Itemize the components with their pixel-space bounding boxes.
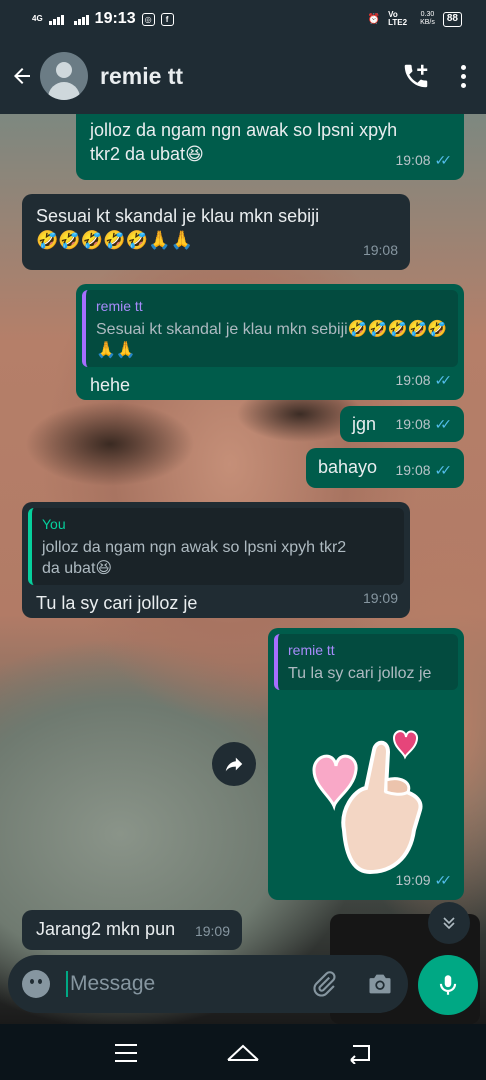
- read-ticks-icon: ✓✓: [434, 416, 453, 432]
- quoted-author: remie tt: [288, 642, 335, 658]
- message-composer[interactable]: [8, 955, 408, 1013]
- nav-menu-icon[interactable]: [113, 1042, 139, 1064]
- status-bar: 4G 19:13 ◎ f ⏰ Vo LTE2 0.30 KB/s 88: [0, 0, 486, 38]
- message-bubble-5[interactable]: bahayo 19:08 ✓✓: [306, 448, 464, 488]
- quoted-message[interactable]: remie tt Tu la sy cari jolloz je: [274, 634, 458, 690]
- message-time: 19:08: [395, 416, 431, 432]
- network-speed: 0.30 KB/s: [420, 11, 435, 27]
- forward-button[interactable]: [212, 742, 256, 786]
- scroll-down-button[interactable]: [428, 902, 470, 944]
- message-time: 19:08: [395, 372, 431, 388]
- quoted-text: Sesuai kt skandal je klau mkn sebiji🤣🤣🤣🤣…: [96, 321, 448, 359]
- message-text: Sesuai kt skandal je klau mkn sebiji🤣🤣🤣🤣…: [36, 206, 320, 250]
- chat-header: remie tt: [0, 38, 486, 114]
- camera-icon[interactable]: [366, 970, 394, 998]
- avatar-icon: [56, 62, 72, 78]
- quoted-text: Tu la sy cari jolloz je: [288, 665, 432, 682]
- message-time: 19:08: [395, 152, 431, 168]
- clock: 19:13: [94, 10, 136, 27]
- read-ticks-icon: ✓✓: [434, 872, 453, 888]
- mic-icon: [439, 975, 457, 995]
- read-ticks-icon: ✓✓: [434, 462, 453, 478]
- nav-home-icon[interactable]: [226, 1042, 260, 1064]
- quoted-message[interactable]: You jolloz da ngam ngn awak so lpsni xpy…: [28, 508, 404, 585]
- message-time: 19:08: [362, 242, 398, 258]
- nav-back-icon[interactable]: [347, 1042, 373, 1064]
- message-bubble-7[interactable]: remie tt Tu la sy cari jolloz je 19:09 ✓✓: [268, 628, 464, 900]
- quoted-text: jolloz da ngam ngn awak so lpsni xpyh tk…: [42, 539, 347, 577]
- avatar-body: [48, 82, 80, 100]
- alarm-icon: ⏰: [367, 13, 381, 25]
- message-bubble-6[interactable]: You jolloz da ngam ngn awak so lpsni xpy…: [22, 502, 410, 618]
- text-cursor: [66, 971, 68, 997]
- message-text: jolloz da ngam ngn awak so lpsni xpyh tk…: [90, 120, 398, 164]
- more-options-icon[interactable]: [461, 64, 466, 88]
- message-time: 19:09: [362, 590, 398, 606]
- chat-area[interactable]: jolloz da ngam ngn awak so lpsni xpyh tk…: [0, 114, 486, 1024]
- back-arrow-icon[interactable]: [10, 63, 34, 89]
- message-bubble-2[interactable]: Sesuai kt skandal je klau mkn sebiji🤣🤣🤣🤣…: [22, 194, 410, 270]
- message-time: 19:08: [395, 462, 431, 478]
- read-ticks-icon: ✓✓: [434, 372, 453, 388]
- scroll-down-icon: [443, 917, 455, 930]
- read-ticks-icon: ✓✓: [434, 152, 453, 168]
- whatsapp-notification-icon: ◎: [141, 12, 155, 26]
- quoted-author: remie tt: [96, 298, 143, 314]
- composer-bar: [0, 945, 486, 1025]
- quoted-author: You: [42, 516, 66, 532]
- voice-record-button[interactable]: [418, 955, 478, 1015]
- network-speed-value: 0.30: [420, 11, 435, 18]
- signal-2-icon: [73, 13, 89, 25]
- message-bubble-4[interactable]: jgn 19:08 ✓✓: [340, 406, 464, 442]
- message-time: 19:09: [194, 923, 230, 939]
- system-nav-bar: [0, 1025, 486, 1080]
- message-text: Tu la sy cari jolloz je: [36, 593, 198, 613]
- message-bubble-8[interactable]: Jarang2 mkn pun 19:09: [22, 910, 242, 950]
- forward-icon: [225, 757, 243, 772]
- volte-indicator: Vo LTE2: [388, 10, 408, 27]
- facebook-notification-icon: f: [160, 12, 174, 26]
- message-input[interactable]: [70, 972, 290, 996]
- add-call-icon[interactable]: [401, 61, 431, 91]
- signal-icon: [48, 13, 64, 25]
- message-bubble-1[interactable]: jolloz da ngam ngn awak so lpsni xpyh tk…: [76, 114, 464, 180]
- finger-heart-sticker[interactable]: [274, 710, 444, 880]
- network-type: 4G: [32, 14, 43, 23]
- emoji-icon[interactable]: [22, 970, 50, 998]
- quoted-message[interactable]: remie tt Sesuai kt skandal je klau mkn s…: [82, 290, 458, 367]
- battery-icon: 88: [442, 11, 462, 27]
- attach-icon[interactable]: [310, 970, 338, 998]
- message-time: 19:09: [395, 872, 431, 888]
- avatar[interactable]: [40, 52, 88, 100]
- network-speed-unit: KB/s: [420, 19, 435, 26]
- contact-name[interactable]: remie tt: [100, 63, 183, 90]
- message-bubble-3[interactable]: remie tt Sesuai kt skandal je klau mkn s…: [76, 284, 464, 400]
